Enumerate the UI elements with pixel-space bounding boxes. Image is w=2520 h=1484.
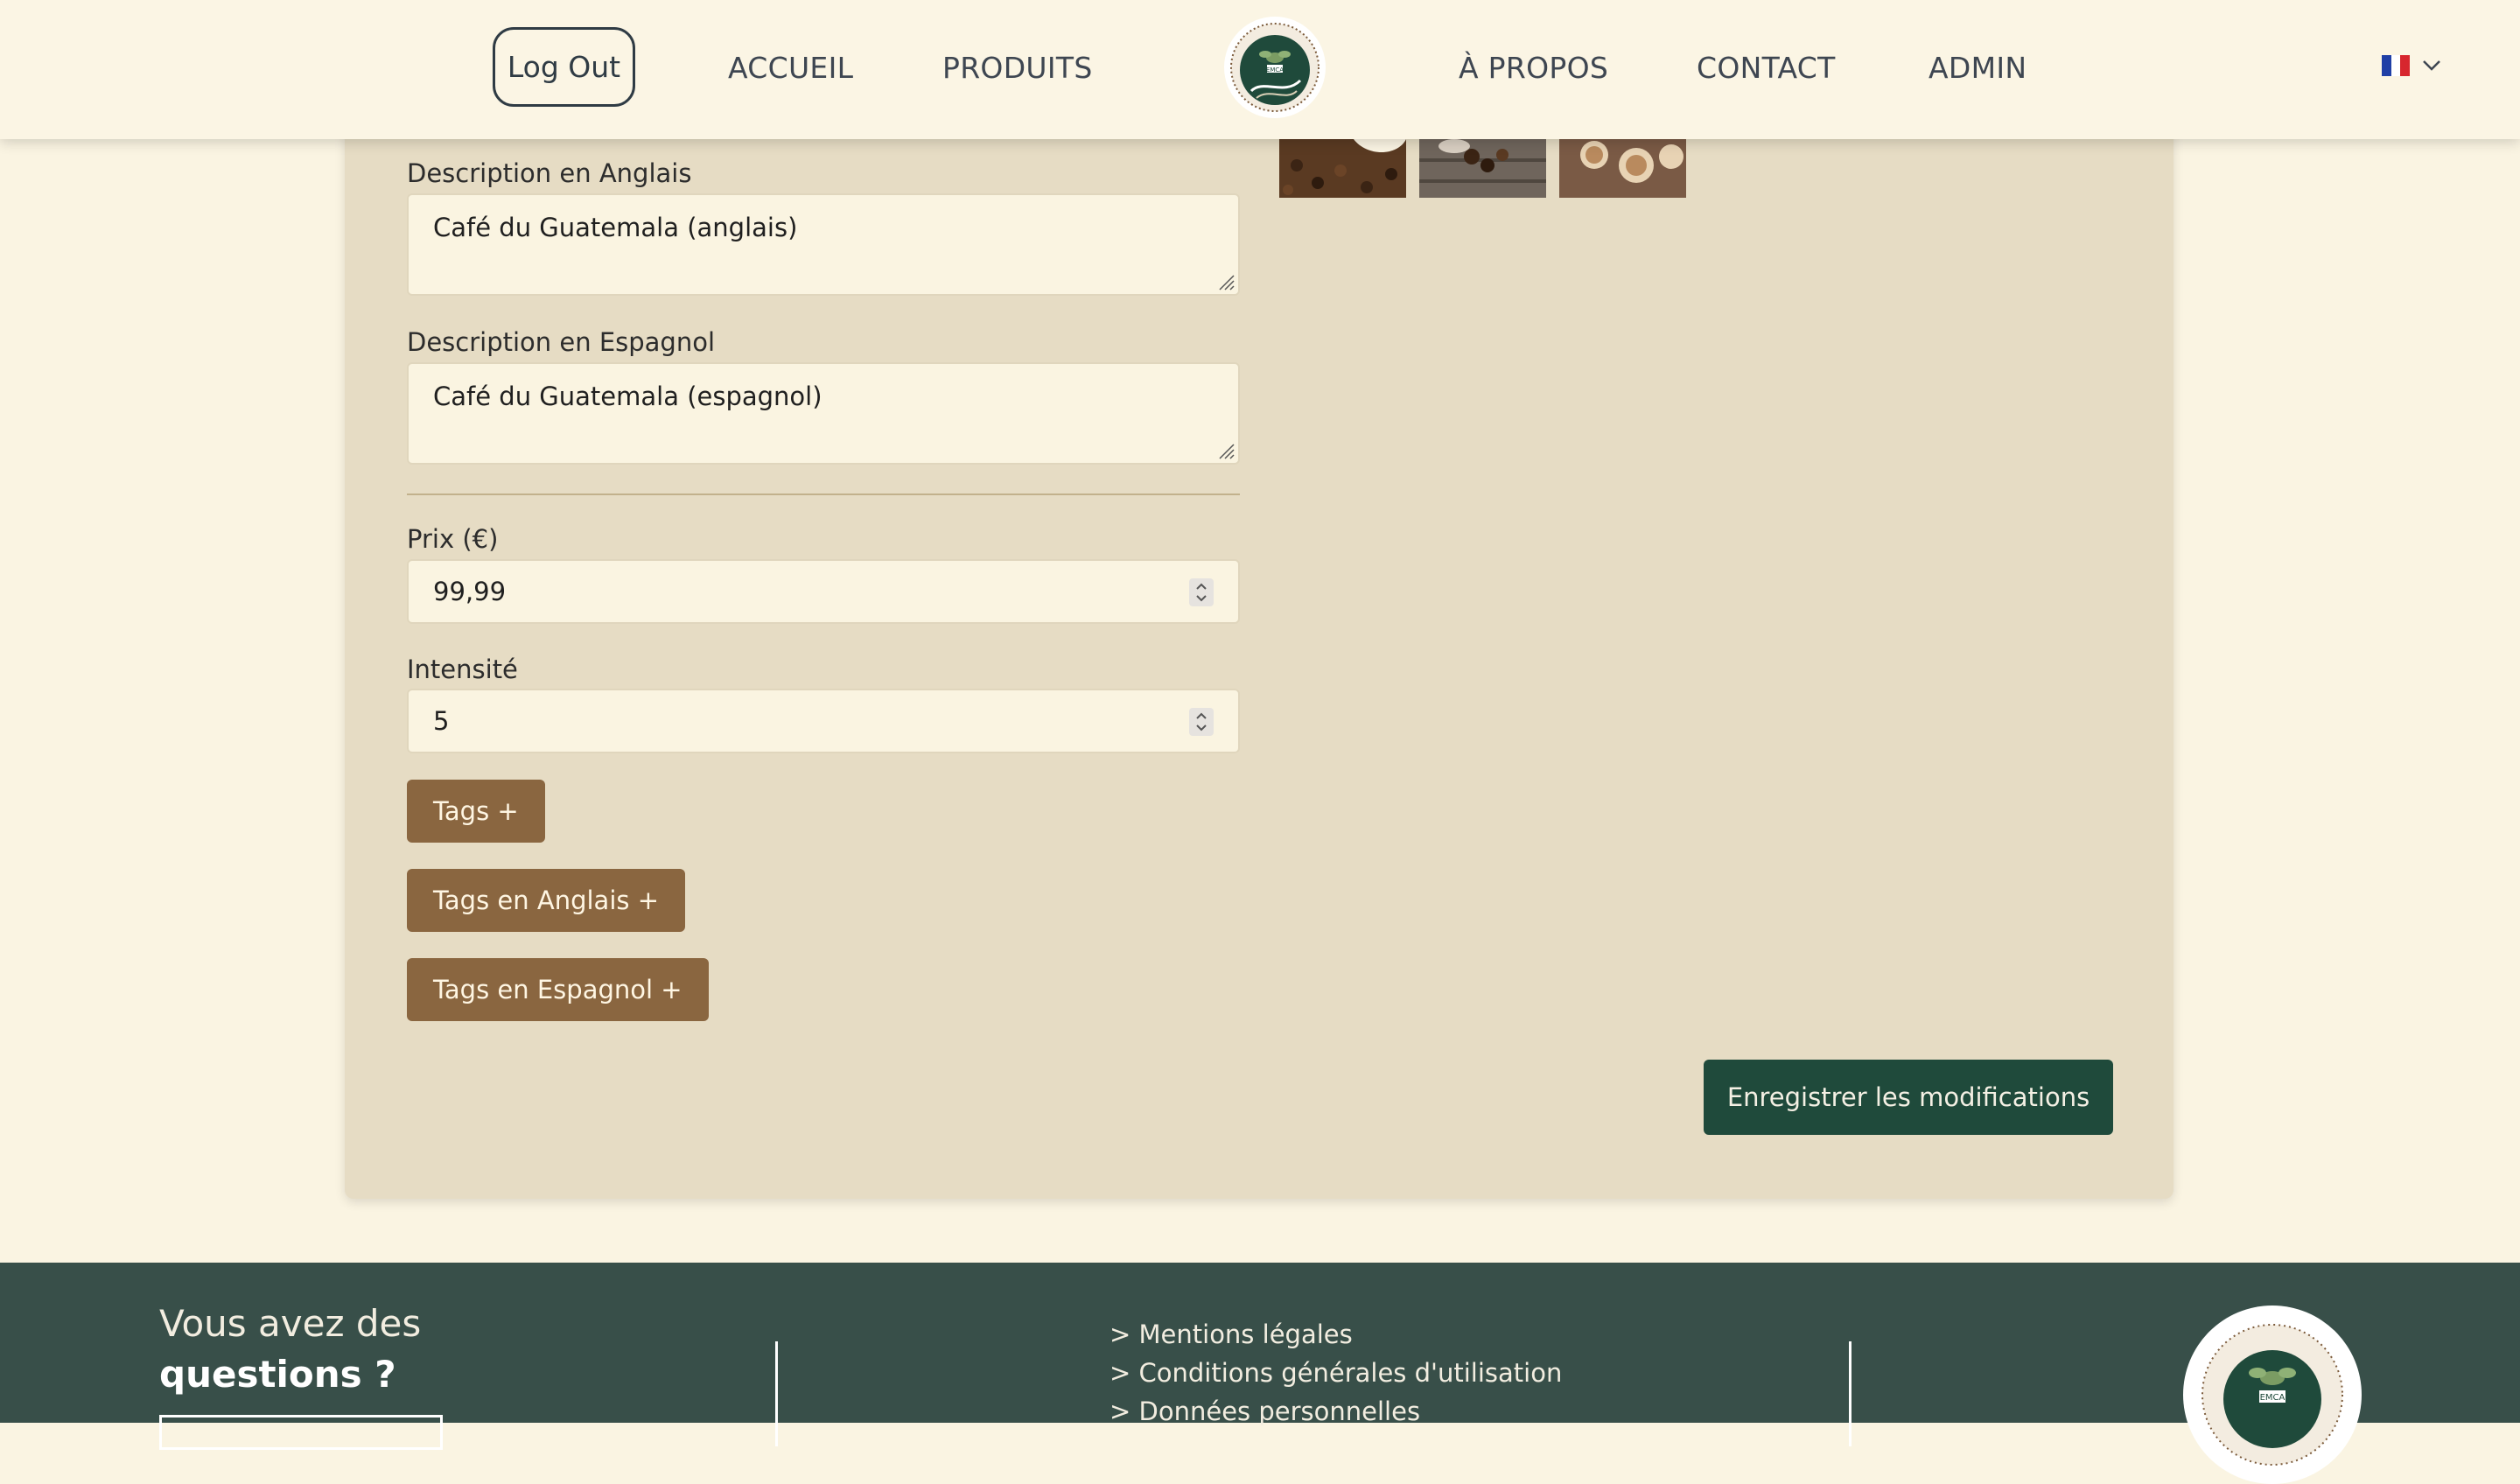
desc-en-value: Café du Guatemala (anglais) [433, 213, 798, 242]
brand-logo-icon: EMCA [2202, 1324, 2343, 1466]
desc-en-textarea[interactable]: Café du Guatemala (anglais) [407, 193, 1240, 296]
language-selector[interactable] [2382, 55, 2441, 76]
intensity-value: 5 [433, 706, 450, 736]
nav-a-propos[interactable]: À PROPOS [1459, 49, 1608, 88]
footer-question-line1: Vous avez des [159, 1302, 422, 1345]
footer-divider [1849, 1341, 1852, 1446]
product-image-thumb-3[interactable] [1559, 139, 1686, 198]
price-input[interactable]: 99,99 [407, 559, 1240, 624]
product-image-thumb-1[interactable] [1279, 139, 1406, 198]
footer: Vous avez des questions ? > Mentions lég… [0, 1263, 2520, 1484]
top-navbar: Log Out ACCUEIL PRODUITS EMCA À PROPOS C… [0, 0, 2520, 139]
footer-divider [775, 1341, 778, 1446]
footer-brand-logo[interactable]: EMCA [2183, 1306, 2362, 1484]
nav-contact[interactable]: CONTACT [1697, 49, 1836, 88]
nav-produits[interactable]: PRODUITS [942, 49, 1093, 88]
footer-question-line2: questions ? [159, 1353, 396, 1396]
price-stepper-icon[interactable] [1189, 578, 1214, 606]
coffee-beans-image [1279, 139, 1406, 198]
desc-en-label: Description en Anglais [407, 158, 692, 188]
logout-button[interactable]: Log Out [493, 27, 635, 107]
add-tags-en-button[interactable]: Tags en Anglais + [407, 869, 685, 932]
add-tags-es-button[interactable]: Tags en Espagnol + [407, 958, 709, 1021]
intensity-stepper-icon[interactable] [1189, 708, 1214, 736]
coffee-wood-image [1419, 139, 1546, 198]
price-label: Prix (€) [407, 524, 499, 554]
footer-link-mentions[interactable]: > Mentions légales [1110, 1317, 1353, 1352]
intensity-label: Intensité [407, 654, 518, 684]
resize-handle-icon[interactable] [1215, 440, 1235, 459]
desc-es-value: Café du Guatemala (espagnol) [433, 382, 822, 411]
footer-link-donnees[interactable]: > Données personnelles [1110, 1394, 1420, 1429]
add-tags-button[interactable]: Tags + [407, 780, 545, 843]
price-value: 99,99 [433, 577, 507, 606]
nav-accueil[interactable]: ACCUEIL [728, 49, 853, 88]
brand-logo-icon: EMCA [1224, 17, 1326, 118]
product-image-thumb-2[interactable] [1419, 139, 1546, 198]
desc-es-label: Description en Espagnol [407, 327, 716, 357]
nav-admin[interactable]: ADMIN [1928, 49, 2026, 88]
french-flag-icon [2382, 55, 2411, 76]
resize-handle-icon[interactable] [1215, 271, 1235, 290]
footer-contact-button[interactable] [159, 1415, 443, 1450]
latte-art-image [1559, 139, 1686, 198]
footer-link-cgu[interactable]: > Conditions générales d'utilisation [1110, 1355, 1562, 1390]
brand-logo[interactable]: EMCA [1223, 16, 1326, 119]
chevron-down-icon [2423, 60, 2440, 71]
svg-text:EMCA: EMCA [1266, 66, 1284, 74]
save-changes-button[interactable]: Enregistrer les modifications [1704, 1060, 2113, 1135]
section-divider [407, 494, 1240, 495]
desc-es-textarea[interactable]: Café du Guatemala (espagnol) [407, 362, 1240, 465]
intensity-input[interactable]: 5 [407, 689, 1240, 753]
svg-text:EMCA: EMCA [2260, 1393, 2286, 1403]
